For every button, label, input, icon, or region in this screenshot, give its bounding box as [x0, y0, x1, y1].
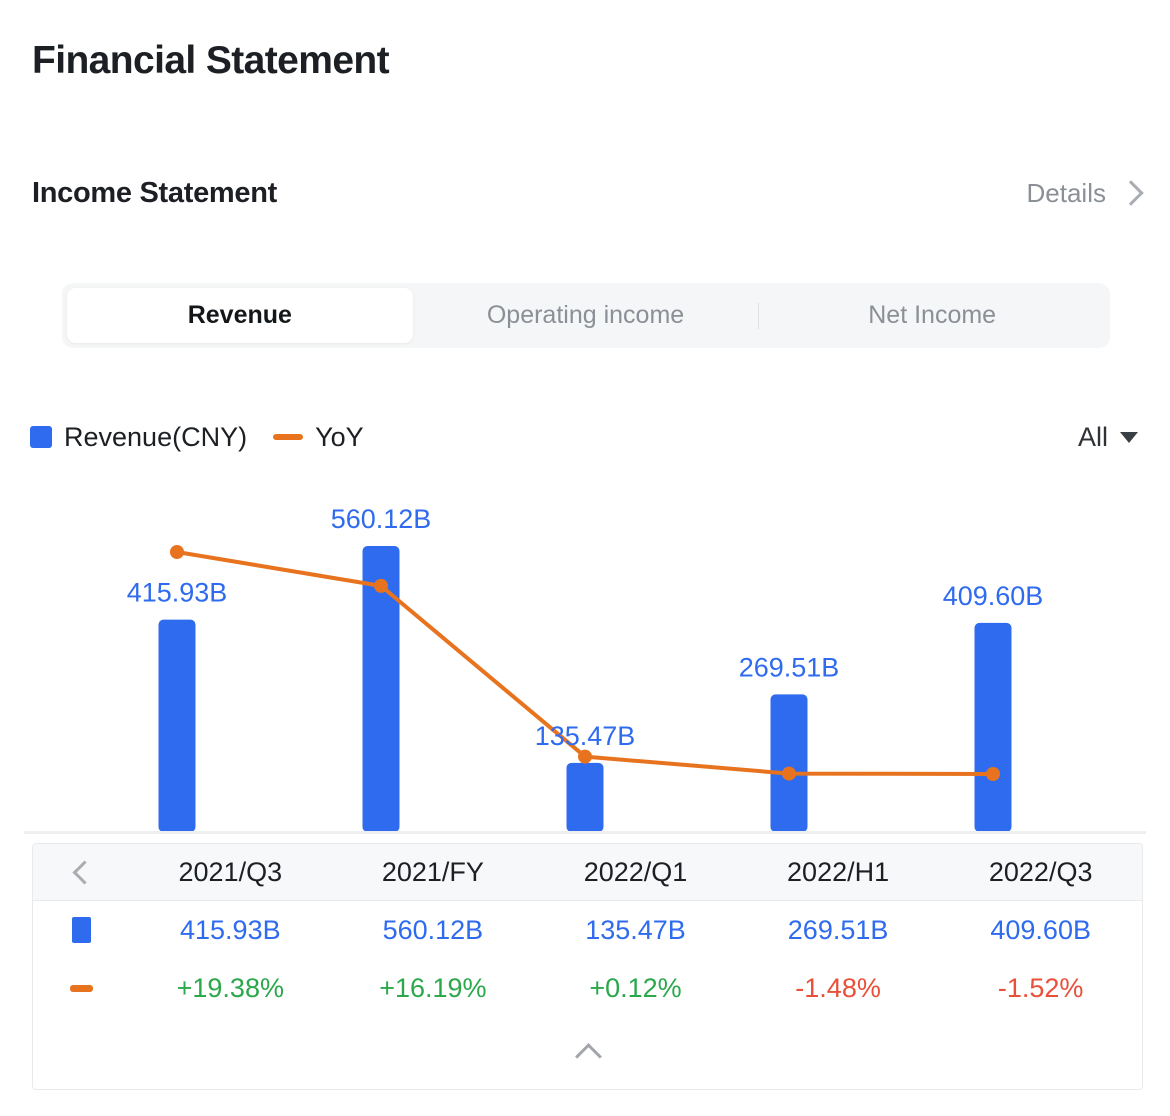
financial-data-table: 2021/Q3 2021/FY 2022/Q1 2022/H1 2022/Q3 …: [32, 843, 1143, 1090]
line-swatch-icon: [69, 984, 93, 992]
legend-yoy-label: YoY: [315, 421, 364, 452]
chart-bar-label: 409.60B: [943, 581, 1044, 611]
chart-bar-label: 269.51B: [739, 652, 840, 682]
revenue-cell: 135.47B: [585, 914, 686, 945]
row-marker-revenue: [33, 917, 129, 943]
chart-bar-label: 560.12B: [331, 504, 432, 534]
yoy-point: [170, 545, 184, 559]
chart-bars: [158, 546, 1012, 832]
table-collapse-button[interactable]: [33, 1017, 1142, 1085]
line-swatch-icon: [273, 434, 304, 440]
row-marker-yoy: [33, 984, 129, 992]
section-title: Income Statement: [32, 176, 277, 209]
statement-tabbar: Revenue Operating income Net Income: [62, 283, 1110, 348]
yoy-cell: -1.52%: [997, 972, 1084, 1003]
legend-item-revenue[interactable]: Revenue(CNY): [30, 422, 247, 453]
table-row-yoy: +19.38% +16.19% +0.12% -1.48% -1.52%: [33, 959, 1142, 1017]
financial-statement-page: Financial Statement Income Statement Det…: [0, 0, 1170, 1116]
range-select-value: All: [1077, 421, 1108, 452]
table-header-cell: 2022/Q1: [583, 856, 688, 887]
tab-revenue[interactable]: Revenue: [67, 288, 413, 343]
table-header-cell: 2021/FY: [381, 856, 484, 887]
revenue-chart: 415.93B 560.12B 135.47B 269.51B 409.60B: [0, 480, 1170, 840]
chevron-down-icon: [1120, 431, 1138, 443]
legend-item-yoy[interactable]: YoY: [273, 422, 364, 453]
bar-swatch-icon: [71, 917, 91, 943]
yoy-cell: +0.12%: [589, 972, 682, 1003]
table-header-row: 2021/Q3 2021/FY 2022/Q1 2022/H1 2022/Q3: [33, 844, 1142, 901]
chevron-right-icon: [1120, 178, 1138, 208]
chart-bar-labels: 415.93B 560.12B 135.47B 269.51B 409.60B: [127, 504, 1044, 751]
revenue-cell: 409.60B: [990, 914, 1091, 945]
legend-revenue-label: Revenue(CNY): [64, 421, 248, 452]
revenue-chart-svg: 415.93B 560.12B 135.47B 269.51B 409.60B: [24, 504, 1146, 834]
yoy-cell: +19.38%: [176, 972, 284, 1003]
table-header-cell: 2022/Q3: [988, 856, 1093, 887]
chart-bar-label: 135.47B: [535, 721, 636, 751]
yoy-point: [374, 578, 388, 593]
chart-bar: [158, 619, 196, 832]
chart-bar: [770, 694, 808, 832]
prev-period-button[interactable]: [33, 858, 129, 886]
tab-net-income[interactable]: Net Income: [759, 288, 1105, 343]
yoy-point: [986, 767, 1000, 781]
tab-revenue-label: Revenue: [187, 301, 292, 329]
tab-operating-income[interactable]: Operating income: [413, 288, 759, 343]
revenue-cell: 560.12B: [382, 914, 484, 945]
bar-swatch-icon: [30, 426, 52, 448]
yoy-point: [578, 749, 592, 764]
details-label: Details: [1026, 177, 1106, 208]
chart-bar: [566, 762, 604, 832]
page-title: Financial Statement: [32, 39, 390, 82]
range-select[interactable]: All: [1078, 422, 1140, 453]
tab-operating-income-label: Operating income: [486, 301, 685, 329]
chart-legend: Revenue(CNY) YoY All: [30, 415, 1140, 459]
table-header-cell: 2022/H1: [787, 856, 890, 887]
yoy-cell: +16.19%: [379, 972, 487, 1003]
chart-bar-label: 415.93B: [127, 578, 228, 608]
chevron-up-icon: [575, 1043, 601, 1059]
chevron-left-icon: [73, 858, 89, 886]
section-header: Income Statement Details: [32, 172, 1138, 214]
revenue-cell: 269.51B: [787, 914, 889, 945]
table-row-revenue: 415.93B 560.12B 135.47B 269.51B 409.60B: [33, 901, 1142, 959]
chart-bar: [974, 622, 1012, 832]
table-header-cell: 2021/Q3: [178, 856, 283, 887]
revenue-cell: 415.93B: [180, 914, 281, 945]
yoy-point: [782, 766, 796, 781]
tab-net-income-label: Net Income: [868, 301, 997, 329]
details-link[interactable]: Details: [1027, 178, 1138, 209]
yoy-cell: -1.48%: [795, 972, 881, 1003]
